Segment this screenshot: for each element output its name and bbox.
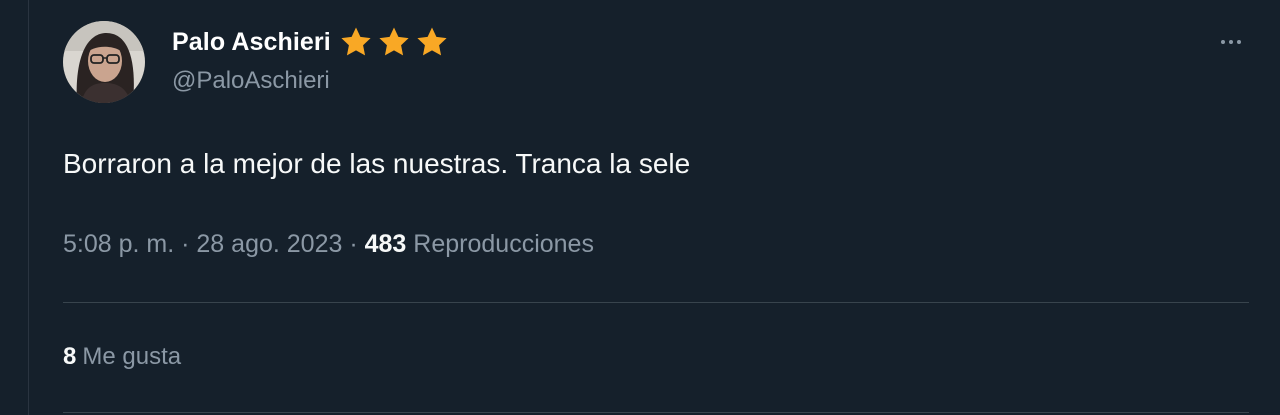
author-block: Palo Aschieri @PaloAschieri <box>172 22 449 95</box>
divider <box>63 302 1249 303</box>
more-horizontal-icon-dot <box>1229 40 1233 44</box>
badge-stars <box>339 25 449 59</box>
tweet-text: Borraron a la mejor de las nuestras. Tra… <box>63 148 691 179</box>
avatar[interactable] <box>63 21 145 103</box>
star-icon <box>417 27 447 56</box>
display-name[interactable]: Palo Aschieri <box>172 28 331 57</box>
tweet-card: Palo Aschieri @PaloAschieri Borraron a l… <box>63 0 1249 415</box>
tweet-date[interactable]: 28 ago. 2023 <box>196 230 342 258</box>
more-horizontal-icon-dot <box>1237 40 1241 44</box>
tweet-meta: 5:08 p. m. · 28 ago. 2023 · 483 Reproduc… <box>63 230 594 259</box>
divider <box>63 412 1249 413</box>
avatar-image <box>63 21 145 103</box>
user-handle[interactable]: @PaloAschieri <box>172 67 449 95</box>
likes-stat[interactable]: 8 Me gusta <box>63 343 181 371</box>
views-count[interactable]: 483 <box>365 230 414 258</box>
more-horizontal-icon <box>1221 40 1225 44</box>
views-label[interactable]: Reproducciones <box>413 230 594 258</box>
tweet-time[interactable]: 5:08 p. m. <box>63 230 174 258</box>
meta-separator: · <box>181 230 197 258</box>
star-icon <box>341 27 371 56</box>
tweet-page: Palo Aschieri @PaloAschieri Borraron a l… <box>0 0 1280 415</box>
likes-label: Me gusta <box>82 343 182 370</box>
display-name-row: Palo Aschieri <box>172 22 449 62</box>
star-icon <box>379 27 409 56</box>
more-options-button[interactable] <box>1211 30 1251 54</box>
likes-count: 8 <box>63 343 77 370</box>
left-border <box>0 0 29 415</box>
meta-separator: · <box>349 230 365 258</box>
